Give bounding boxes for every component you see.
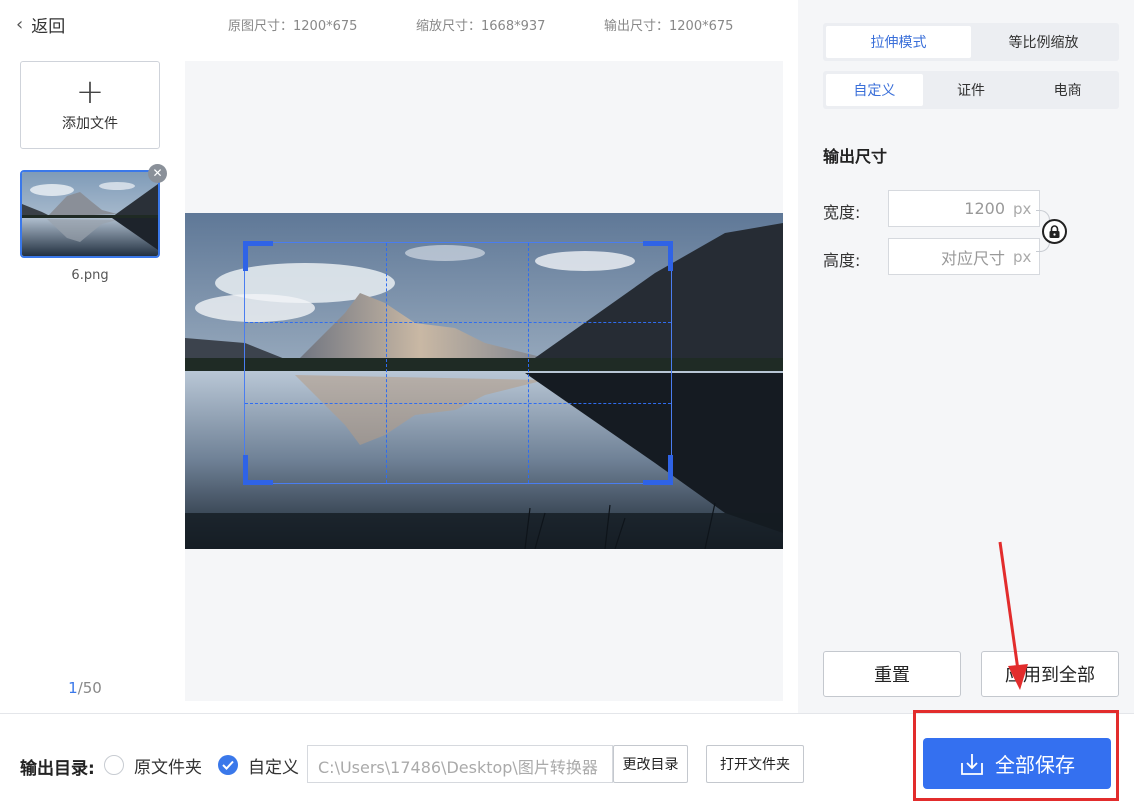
save-highlight-box <box>913 710 1119 801</box>
file-thumbnail[interactable] <box>20 170 160 258</box>
chevron-left-icon: ‹ <box>16 14 24 35</box>
original-folder-label: 原文件夹 <box>134 758 202 778</box>
tab-custom[interactable]: 自定义 <box>826 74 923 106</box>
add-file-label: 添加文件 <box>62 116 118 132</box>
check-icon <box>222 760 234 770</box>
tab-ecommerce[interactable]: 电商 <box>1019 74 1116 106</box>
scaled-size-info: 缩放尺寸：1668*937 <box>416 19 546 34</box>
annotation-arrow-icon <box>998 541 1028 690</box>
width-placeholder: 1200 <box>964 199 1005 218</box>
output-dir-label: 输出目录: <box>20 759 95 779</box>
output-path-input[interactable]: C:\Users\17486\Desktop\图片转换器 <box>307 745 613 783</box>
radio-original-folder[interactable] <box>104 755 124 775</box>
add-file-button[interactable]: + 添加文件 <box>20 61 160 149</box>
change-dir-button[interactable]: 更改目录 <box>613 745 688 783</box>
crop-grid-line <box>528 243 530 483</box>
back-button[interactable]: ‹ 返回 <box>16 12 65 37</box>
height-input[interactable]: 对应尺寸 px <box>888 238 1040 275</box>
mode-tabs: 拉伸模式 等比例缩放 <box>823 23 1119 61</box>
remove-file-button[interactable]: ✕ <box>148 164 167 183</box>
crop-grid-line <box>245 402 671 404</box>
preset-tabs: 自定义 证件 电商 <box>823 71 1119 109</box>
output-size-title: 输出尺寸 <box>823 147 888 166</box>
radio-custom-folder[interactable] <box>218 755 238 775</box>
pager-current: 1 <box>68 679 78 697</box>
file-name: 6.png <box>71 268 109 283</box>
original-size-info: 原图尺寸：1200*675 <box>228 19 358 34</box>
crop-grid-line <box>385 243 387 483</box>
pager-total: /50 <box>77 679 102 697</box>
reset-button[interactable]: 重置 <box>823 651 961 697</box>
crop-handle-top-right[interactable] <box>643 241 673 271</box>
file-pager: 1/50 <box>20 679 150 697</box>
back-label: 返回 <box>31 17 66 37</box>
crop-handle-bottom-left[interactable] <box>243 455 273 485</box>
crop-box[interactable] <box>243 241 673 485</box>
height-placeholder: 对应尺寸 <box>940 248 1005 268</box>
crop-handle-bottom-right[interactable] <box>643 455 673 485</box>
open-folder-button[interactable]: 打开文件夹 <box>706 745 804 783</box>
custom-folder-label: 自定义 <box>248 758 299 778</box>
tab-proportional-scale[interactable]: 等比例缩放 <box>971 26 1116 58</box>
image-resizer-app: ‹ 返回 原图尺寸：1200*675 缩放尺寸：1668*937 输出尺寸：12… <box>0 0 1134 810</box>
height-label: 高度: <box>823 251 861 270</box>
plus-icon: + <box>75 72 105 112</box>
crop-handle-top-left[interactable] <box>243 241 273 271</box>
tab-stretch-mode[interactable]: 拉伸模式 <box>826 26 971 58</box>
lock-icon[interactable] <box>1042 219 1067 244</box>
width-input[interactable]: 1200 px <box>888 190 1040 227</box>
output-size-info: 输出尺寸：1200*675 <box>604 19 734 34</box>
thumbnail-image <box>22 172 158 256</box>
width-label: 宽度: <box>823 203 861 222</box>
crop-grid-line <box>245 322 671 324</box>
tab-id-photo[interactable]: 证件 <box>923 74 1020 106</box>
